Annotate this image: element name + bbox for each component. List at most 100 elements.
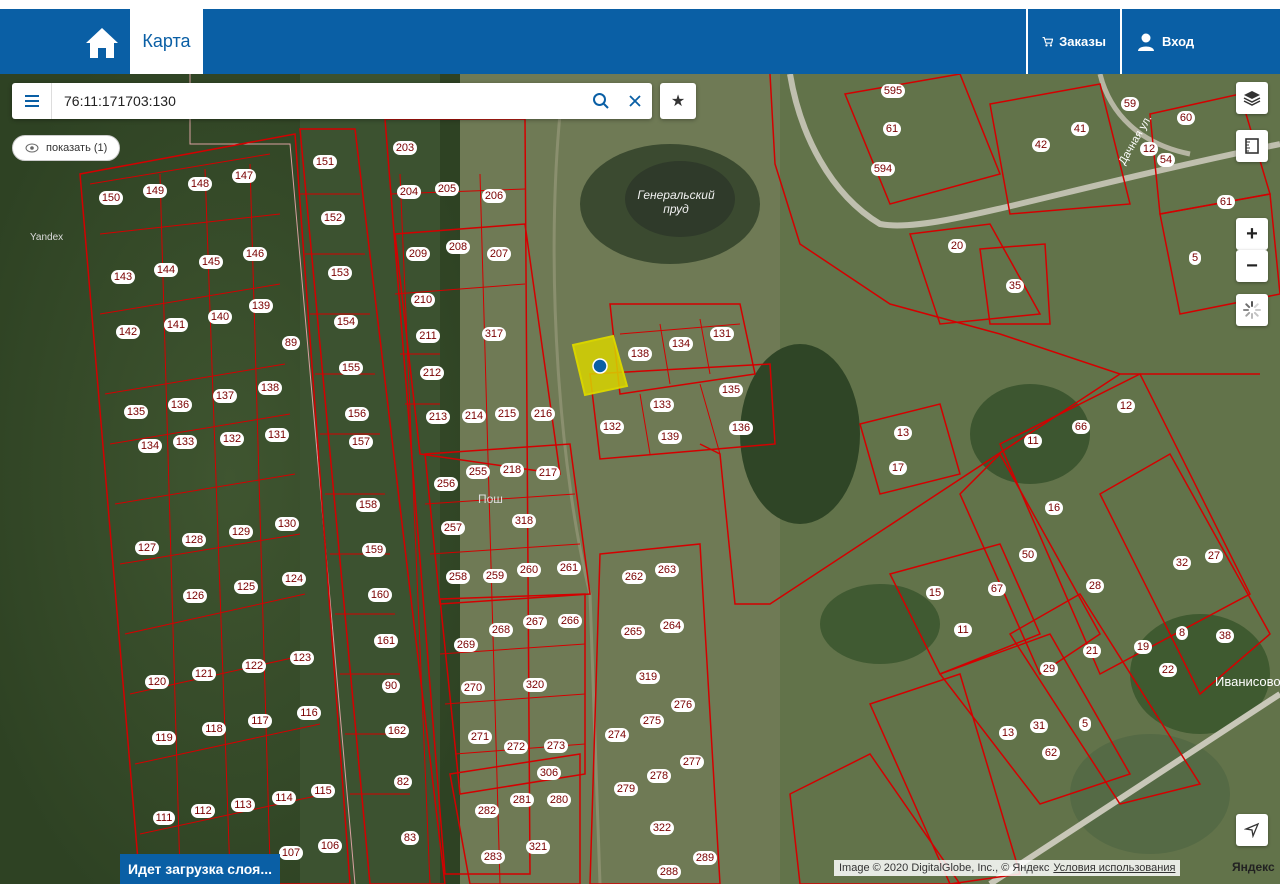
plot-number-label: 273 [542, 738, 570, 754]
village-label: Иванисово [1215, 674, 1280, 689]
home-icon [86, 28, 118, 58]
plot-number-label: 204 [395, 184, 423, 200]
plot-number-label: 272 [502, 739, 530, 755]
search-button[interactable] [584, 83, 618, 119]
plot-number-label: 35 [1001, 278, 1029, 294]
search-input[interactable] [52, 84, 584, 118]
plot-number-label: 134 [667, 336, 695, 352]
plot-number-label: 131 [708, 326, 736, 342]
plot-number-label: 27 [1200, 548, 1228, 564]
plot-number-label: 127 [133, 540, 161, 556]
plot-number-label: 11 [1019, 433, 1047, 449]
plot-number-label: 124 [280, 571, 308, 587]
plot-number-label: 594 [869, 161, 897, 177]
plot-number-label: 41 [1066, 121, 1094, 137]
plot-number-label: 118 [200, 721, 228, 737]
home-button[interactable] [80, 23, 124, 63]
plot-number-label: 270 [459, 680, 487, 696]
plot-number-label: 278 [645, 768, 673, 784]
terms-link[interactable]: Условия использования [1053, 862, 1175, 874]
plot-number-label: 28 [1081, 578, 1109, 594]
plot-number-label: 130 [273, 516, 301, 532]
menu-button[interactable] [12, 83, 52, 119]
plot-number-label: 125 [232, 579, 260, 595]
orders-button[interactable]: Заказы [1026, 9, 1120, 74]
plot-number-label: 136 [166, 397, 194, 413]
plot-number-label: 595 [879, 83, 907, 99]
plot-number-label: 155 [337, 360, 365, 376]
plot-number-label: 208 [444, 239, 472, 255]
plot-number-label: 139 [247, 298, 275, 314]
plot-number-label: 213 [424, 409, 452, 425]
plot-number-label: 283 [479, 849, 507, 865]
loading-status: Идет загрузка слоя... [120, 854, 280, 884]
eye-icon [25, 143, 39, 153]
plot-number-label: 207 [485, 246, 513, 262]
zoom-in-button[interactable]: + [1236, 218, 1268, 250]
plot-number-label: 258 [444, 569, 472, 585]
close-icon [629, 95, 641, 107]
plot-number-label: 152 [319, 210, 347, 226]
layers-button[interactable] [1236, 82, 1268, 114]
plot-number-label: 135 [717, 382, 745, 398]
hamburger-icon [24, 100, 39, 102]
plot-number-label: 137 [211, 388, 239, 404]
plot-number-label: 54 [1152, 152, 1180, 168]
plot-number-label: 138 [256, 380, 284, 396]
plot-number-label: 139 [656, 429, 684, 445]
login-button[interactable]: Вход [1120, 9, 1280, 74]
plot-number-label: 133 [648, 397, 676, 413]
plot-number-label: 274 [603, 727, 631, 743]
plot-number-label: 146 [241, 246, 269, 262]
plot-number-label: 264 [658, 618, 686, 634]
plot-number-label: 256 [432, 476, 460, 492]
favorites-button[interactable]: ★ [660, 83, 696, 119]
plot-number-label: 317 [480, 326, 508, 342]
plot-number-label: 160 [366, 587, 394, 603]
plot-number-label: 275 [638, 713, 666, 729]
yandex-watermark: Yandex [30, 232, 64, 243]
yandex-logo: Яндекс [1232, 860, 1275, 874]
plot-number-label: 19 [1129, 639, 1157, 655]
pond-label: Генеральский пруд [637, 188, 715, 216]
plot-number-label: 22 [1154, 662, 1182, 678]
plot-number-label: 61 [1212, 194, 1240, 210]
plot-number-label: 215 [493, 406, 521, 422]
plot-number-label: 128 [180, 532, 208, 548]
map-canvas[interactable]: Генеральский пруд Иванисово Пош Yandex Д… [0, 74, 1280, 884]
ruler-button[interactable] [1236, 130, 1268, 162]
plot-number-label: 158 [354, 497, 382, 513]
plot-number-label: 269 [452, 637, 480, 653]
locate-button[interactable] [1236, 814, 1268, 846]
zoom-out-button[interactable]: − [1236, 250, 1268, 282]
plot-number-label: 141 [162, 317, 190, 333]
plot-number-label: 319 [634, 669, 662, 685]
plot-number-label: 218 [498, 462, 526, 478]
plot-number-label: 133 [171, 434, 199, 450]
plot-number-label: 31 [1025, 718, 1053, 734]
plot-number-label: 90 [377, 678, 405, 694]
plot-number-label: 29 [1035, 661, 1063, 677]
plot-number-label: 123 [288, 650, 316, 666]
plot-number-label: 263 [653, 562, 681, 578]
plot-number-label: 288 [655, 864, 683, 880]
plot-number-label: 149 [141, 183, 169, 199]
plot-number-label: 114 [270, 790, 298, 806]
plot-number-label: 129 [227, 524, 255, 540]
plot-number-label: 11 [949, 622, 977, 638]
show-results-button[interactable]: показать (1) [12, 135, 121, 161]
plot-number-label: 267 [521, 614, 549, 630]
plot-number-label: 115 [309, 783, 337, 799]
tab-map[interactable]: Карта [130, 9, 203, 74]
plot-number-label: 209 [404, 246, 432, 262]
loading-spinner [1236, 294, 1268, 326]
plot-number-label: 38 [1211, 628, 1239, 644]
plot-number-label: 306 [535, 765, 563, 781]
login-label: Вход [1162, 34, 1195, 49]
clear-button[interactable] [618, 83, 652, 119]
plot-number-label: 281 [508, 792, 536, 808]
plot-number-label: 161 [372, 633, 400, 649]
plot-number-label: 17 [884, 460, 912, 476]
plot-number-label: 59 [1116, 96, 1144, 112]
plot-number-label: 261 [555, 560, 583, 576]
